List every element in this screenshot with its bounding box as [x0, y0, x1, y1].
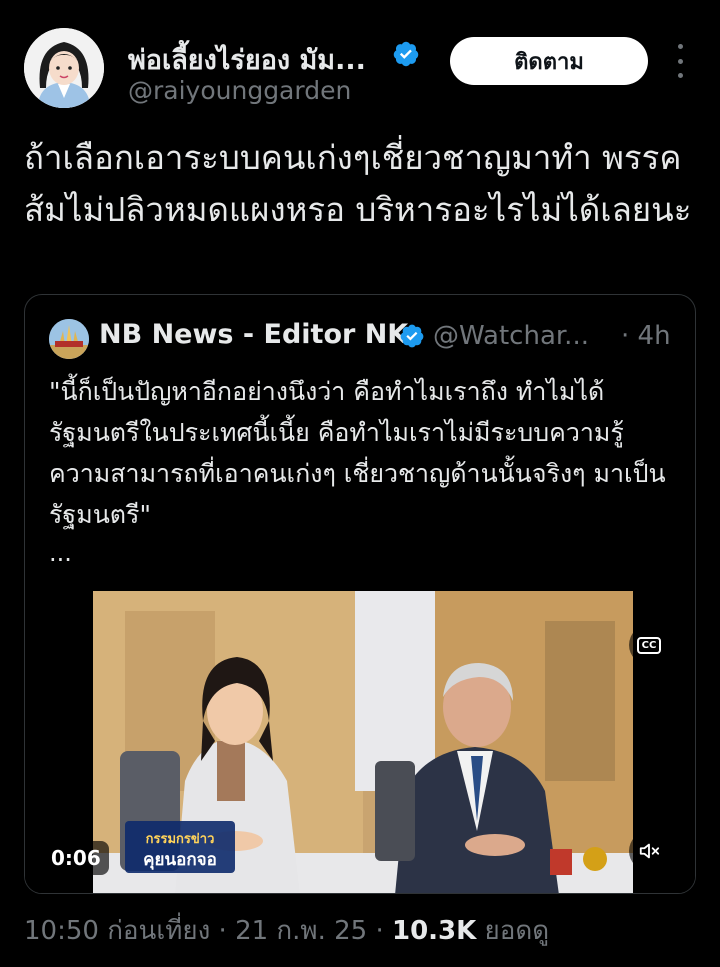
more-options-icon[interactable]: [670, 44, 690, 78]
tweet-text: ถ้าเลือกเอาระบบคนเก่งๆเชี่ยวชาญมาทำ พรรค…: [24, 138, 692, 229]
tweet-date[interactable]: 21 ก.พ. 25: [235, 916, 367, 946]
quoted-tweet-card[interactable]: NB News - Editor NK @Watchar... · 4h "นี…: [24, 294, 696, 894]
author-handle[interactable]: @raiyounggarden: [128, 76, 351, 105]
video-frame: กรรมกรข่าว คุยนอกจอ: [25, 591, 695, 893]
view-count: 10.3K: [391, 916, 477, 946]
quoted-timestamp[interactable]: · 4h: [621, 321, 671, 351]
author-avatar[interactable]: [24, 28, 104, 108]
meta-separator: ·: [367, 916, 392, 946]
video-duration: 0:06: [43, 841, 109, 875]
quoted-verified-badge-icon: [400, 324, 424, 348]
closed-captions-button[interactable]: CC: [629, 625, 669, 665]
view-count-label: ยอดดู: [476, 916, 550, 946]
meta-separator: ·: [210, 916, 236, 946]
show-logo-line2: คุยนอกจอ: [143, 850, 217, 870]
video-player[interactable]: กรรมกรข่าว คุยนอกจอ: [25, 591, 695, 893]
quoted-author-name[interactable]: NB News - Editor NK: [99, 319, 408, 350]
quoted-author-avatar[interactable]: [49, 319, 89, 359]
quoted-author-handle[interactable]: @Watchar...: [433, 321, 589, 351]
author-display-name[interactable]: พ่อเลี้ยงไร่ยอง มัม...: [128, 38, 366, 81]
tweet-time[interactable]: 10:50 ก่อนเที่ยง: [24, 916, 210, 946]
cc-icon: CC: [636, 636, 662, 654]
verified-badge-icon: [393, 41, 419, 67]
speaker-muted-icon: [639, 843, 660, 859]
quoted-text-ellipsis: ...: [49, 539, 72, 567]
mute-toggle-button[interactable]: [629, 831, 669, 871]
quoted-tweet-text: "นี้ก็เป็นปัญหาอีกอย่างนึงว่า คือทำไมเรา…: [49, 377, 666, 529]
show-logo-line1: กรรมกรข่าว: [146, 832, 215, 847]
tweet-metadata: 10:50 ก่อนเที่ยง · 21 ก.พ. 25 · 10.3K ยอ…: [24, 910, 549, 951]
follow-button[interactable]: ติดตาม: [450, 37, 648, 85]
